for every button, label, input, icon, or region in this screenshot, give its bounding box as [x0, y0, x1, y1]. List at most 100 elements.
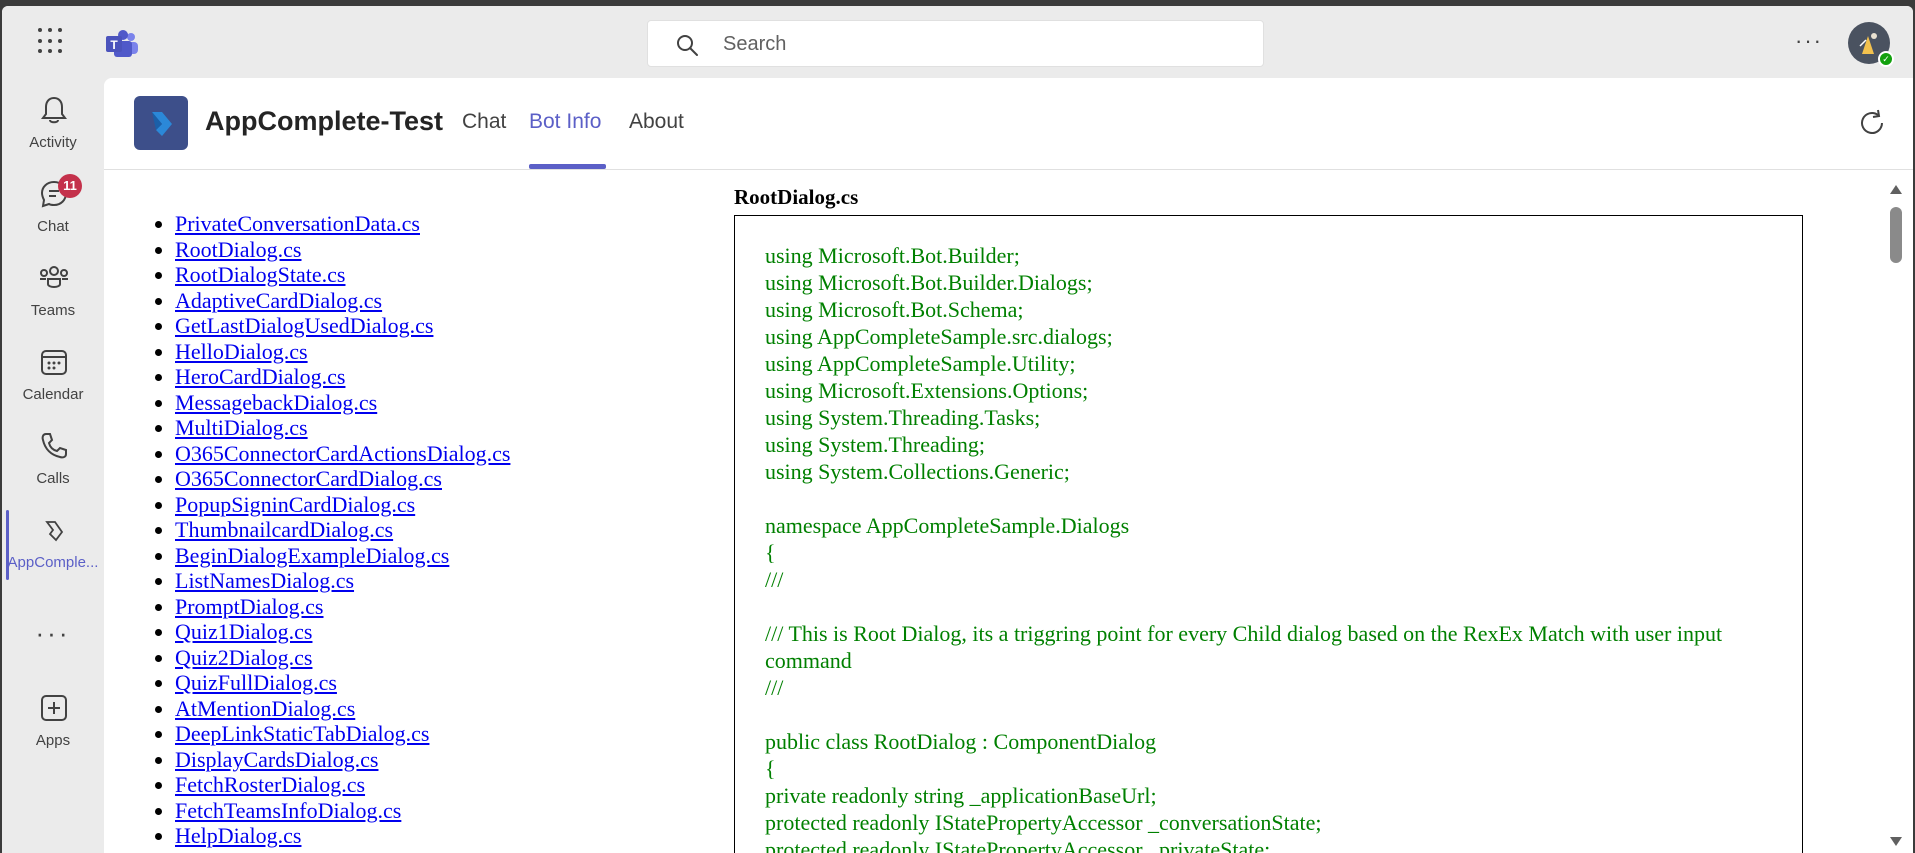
- app-icon: [45, 521, 64, 542]
- code-line: using Microsoft.Bot.Builder.Dialogs;: [765, 270, 1093, 295]
- rail-label: Calls: [36, 470, 70, 487]
- app-rail: Activity 11 Chat Teams Calendar Calls Ap…: [2, 78, 104, 853]
- rail-item-activity[interactable]: Activity: [2, 82, 104, 162]
- file-link[interactable]: Quiz2Dialog.cs: [175, 645, 312, 670]
- bot-info-content: PrivateConversationData.csRootDialog.csR…: [104, 171, 1913, 853]
- search-icon: [677, 35, 698, 56]
- file-link[interactable]: O365ConnectorCardActionsDialog.cs: [175, 441, 510, 466]
- scrollbar[interactable]: [1884, 171, 1904, 853]
- file-list-item: MultiDialog.cs: [175, 415, 735, 441]
- rail-label: Activity: [29, 134, 77, 151]
- user-avatar[interactable]: ✓: [1848, 22, 1894, 67]
- refresh-icon[interactable]: [1857, 108, 1887, 138]
- file-link[interactable]: AdaptiveCardDialog.cs: [175, 288, 382, 313]
- file-list-item: MessagebackDialog.cs: [175, 390, 735, 416]
- code-line: using Microsoft.Bot.Builder;: [765, 243, 1020, 268]
- more-options-button[interactable]: ···: [1795, 30, 1823, 52]
- rail-label: AppComple...: [7, 554, 99, 571]
- avatar-image-icon: [1859, 33, 1877, 54]
- phone-icon: [41, 433, 67, 459]
- rail-item-chat[interactable]: 11 Chat: [2, 166, 104, 246]
- app-title: AppComplete-Test: [205, 106, 444, 136]
- search-bar[interactable]: [647, 20, 1264, 67]
- file-list-item: O365ConnectorCardDialog.cs: [175, 466, 735, 492]
- code-line: ///: [765, 567, 784, 592]
- file-link[interactable]: Quiz1Dialog.cs: [175, 619, 312, 644]
- file-link[interactable]: PrivateConversationData.cs: [175, 211, 420, 236]
- file-link[interactable]: HelloDialog.cs: [175, 339, 308, 364]
- file-list-item: O365ConnectorCardActionsDialog.cs: [175, 441, 735, 467]
- file-list-item: QuizFullDialog.cs: [175, 670, 735, 696]
- file-link[interactable]: HelpDialog.cs: [175, 823, 301, 848]
- code-viewer[interactable]: using Microsoft.Bot.Builder; using Micros…: [734, 215, 1803, 853]
- file-link[interactable]: BeginDialogExampleDialog.cs: [175, 543, 449, 568]
- file-link[interactable]: HeroCardDialog.cs: [175, 364, 345, 389]
- file-list-item: GetLastDialogUsedDialog.cs: [175, 313, 735, 339]
- file-link[interactable]: DeepLinkStaticTabDialog.cs: [175, 721, 429, 746]
- code-line: ///: [765, 675, 784, 700]
- file-link[interactable]: ListNamesDialog.cs: [175, 568, 354, 593]
- rail-item-apps[interactable]: Apps: [2, 680, 104, 760]
- file-list-item: PromptDialog.cs: [175, 594, 735, 620]
- code-line: using AppCompleteSample.src.dialogs;: [765, 324, 1113, 349]
- rail-more-apps-button[interactable]: ···: [2, 618, 104, 649]
- file-list-item: Quiz1Dialog.cs: [175, 619, 735, 645]
- main-panel: AppComplete-Test Chat Bot Info About Pri…: [104, 78, 1913, 853]
- file-link[interactable]: QuizFullDialog.cs: [175, 670, 337, 695]
- file-link[interactable]: MultiDialog.cs: [175, 415, 308, 440]
- rail-label: Calendar: [22, 386, 84, 403]
- code-line: using System.Collections.Generic;: [765, 459, 1070, 484]
- app-logo-icon: [134, 96, 188, 150]
- scroll-down-arrow-icon[interactable]: [1890, 837, 1902, 846]
- file-list-item: DisplayCardsDialog.cs: [175, 747, 735, 773]
- file-list-item: PopupSigninCardDialog.cs: [175, 492, 735, 518]
- calendar-icon: [41, 350, 67, 375]
- code-line: private readonly string _applicationBase…: [765, 783, 1157, 808]
- active-tab-indicator: [529, 164, 606, 169]
- code-line: using Microsoft.Bot.Schema;: [765, 297, 1024, 322]
- file-list-item: FetchTeamsInfoDialog.cs: [175, 798, 735, 824]
- scroll-up-arrow-icon[interactable]: [1890, 185, 1902, 194]
- file-list-item: FetchRosterDialog.cs: [175, 772, 735, 798]
- rail-item-calls[interactable]: Calls: [2, 418, 104, 498]
- file-list: PrivateConversationData.csRootDialog.csR…: [175, 211, 735, 849]
- file-link[interactable]: ThumbnailcardDialog.cs: [175, 517, 393, 542]
- chat-unread-badge: 11: [58, 174, 82, 198]
- file-link[interactable]: RootDialog.cs: [175, 237, 302, 262]
- file-link[interactable]: DisplayCardsDialog.cs: [175, 747, 378, 772]
- file-link[interactable]: AtMentionDialog.cs: [175, 696, 355, 721]
- tab-chat[interactable]: Chat: [462, 110, 506, 134]
- code-line: using System.Threading.Tasks;: [765, 405, 1041, 430]
- file-list-item: ThumbnailcardDialog.cs: [175, 517, 735, 543]
- code-line: using Microsoft.Extensions.Options;: [765, 378, 1089, 403]
- code-file-title: RootDialog.cs: [734, 185, 859, 209]
- file-link[interactable]: GetLastDialogUsedDialog.cs: [175, 313, 433, 338]
- code-line: namespace AppCompleteSample.Dialogs: [765, 513, 1130, 538]
- rail-item-calendar[interactable]: Calendar: [2, 334, 104, 414]
- code-line: using AppCompleteSample.Utility;: [765, 351, 1076, 376]
- file-link[interactable]: FetchTeamsInfoDialog.cs: [175, 798, 401, 823]
- file-link[interactable]: MessagebackDialog.cs: [175, 390, 377, 415]
- rail-item-teams[interactable]: Teams: [2, 250, 104, 330]
- teams-logo-icon: T: [106, 30, 138, 57]
- app-launcher-icon[interactable]: [38, 28, 64, 54]
- file-list-item: AtMentionDialog.cs: [175, 696, 735, 722]
- file-link[interactable]: PopupSigninCardDialog.cs: [175, 492, 415, 517]
- code-line: {: [765, 540, 776, 565]
- file-list-item: HelpDialog.cs: [175, 823, 735, 849]
- rail-label: Teams: [30, 302, 76, 319]
- tab-about[interactable]: About: [629, 110, 684, 134]
- rail-item-appcomplete[interactable]: AppComple...: [2, 502, 104, 582]
- file-link[interactable]: O365ConnectorCardDialog.cs: [175, 466, 442, 491]
- file-link[interactable]: PromptDialog.cs: [175, 594, 324, 619]
- search-input[interactable]: [723, 31, 1223, 57]
- tab-bot-info[interactable]: Bot Info: [529, 110, 601, 134]
- file-link[interactable]: RootDialogState.cs: [175, 262, 345, 287]
- file-link[interactable]: FetchRosterDialog.cs: [175, 772, 365, 797]
- scroll-thumb[interactable]: [1890, 207, 1902, 263]
- code-line: protected readonly IStatePropertyAccesso…: [765, 810, 1322, 835]
- file-list-item: RootDialogState.cs: [175, 262, 735, 288]
- code-line: {: [765, 756, 776, 781]
